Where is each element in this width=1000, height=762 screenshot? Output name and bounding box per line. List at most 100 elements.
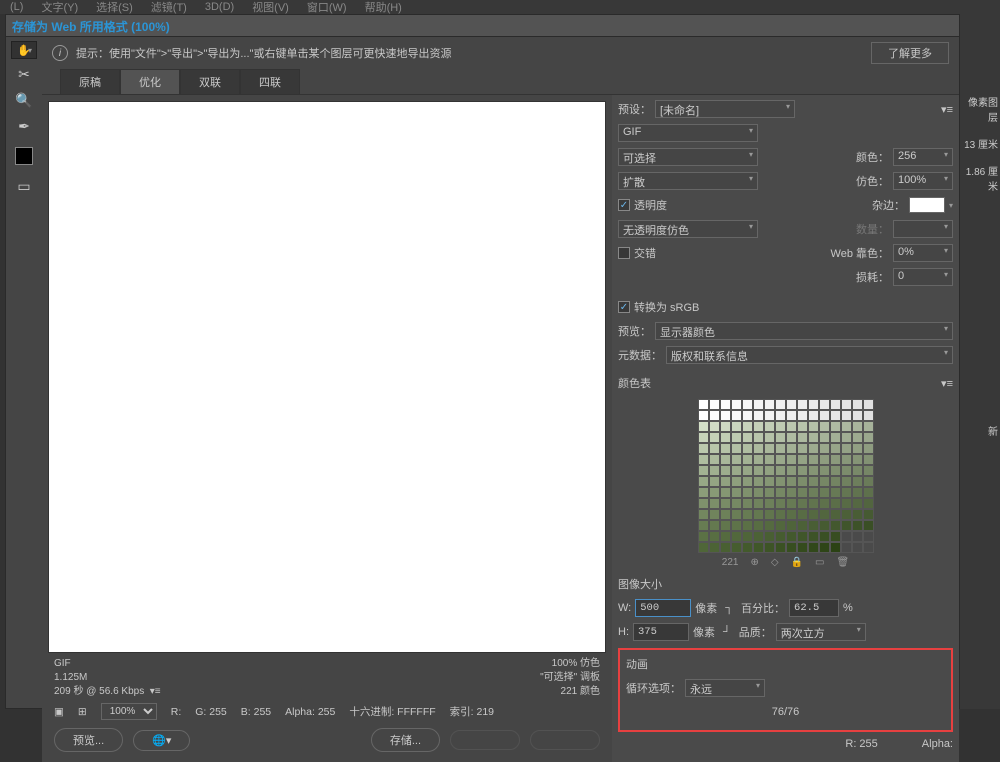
menu-item[interactable]: 帮助(H): [365, 0, 402, 15]
websnap-select[interactable]: 0%: [893, 244, 953, 262]
preview-canvas[interactable]: [48, 101, 606, 653]
status-alpha: Alpha: 255: [285, 706, 335, 718]
width-label: W:: [618, 602, 631, 614]
quality-label: 品质：: [739, 624, 772, 640]
toggle-icon[interactable]: ⊞: [78, 706, 87, 718]
dialog-title: 存储为 Web 所用格式 (100%): [6, 15, 959, 37]
cancel-button[interactable]: [450, 730, 520, 750]
palette-icon[interactable]: 🔒: [791, 557, 803, 568]
done-button[interactable]: [530, 730, 600, 750]
metadata-label: 元数据：: [618, 347, 662, 363]
dither-method-select[interactable]: 扩散: [618, 172, 758, 190]
trans-dither-select[interactable]: 无透明度仿色: [618, 220, 758, 238]
interlace-label: 交错: [634, 245, 656, 261]
preview-filesize: 1.125M: [54, 671, 540, 685]
palette-icon[interactable]: ▭: [815, 557, 824, 568]
reduction-select[interactable]: 可选择: [618, 148, 758, 166]
palette-icon[interactable]: ⊕: [750, 557, 758, 568]
preview-area: GIF 1.125M 209 秒 @ 56.6 Kbps ▾≡ 100% 仿色 …: [42, 95, 612, 762]
anim-alpha: Alpha:: [922, 738, 953, 750]
tab-original[interactable]: 原稿: [60, 69, 120, 94]
menu-icon[interactable]: ▾≡: [941, 377, 953, 390]
preview-dither-info: 100% 仿色: [540, 657, 600, 671]
menu-item[interactable]: 窗口(W): [307, 0, 347, 15]
menu-item[interactable]: (L): [10, 1, 23, 13]
image-size-label: 图像大小: [618, 576, 662, 592]
loop-label: 循环选项：: [626, 680, 681, 696]
animation-section: 动画 循环选项： 永远 76/76: [618, 648, 953, 732]
lossy-select[interactable]: 0: [893, 268, 953, 286]
transparency-label: 透明度: [634, 197, 667, 213]
app-menu: (L) 文字(Y) 选择(S) 滤镜(T) 3D(D) 视图(V) 窗口(W) …: [0, 0, 1000, 14]
colors-label: 颜色：: [856, 149, 889, 165]
width-input[interactable]: [635, 599, 691, 617]
info-icon: i: [52, 45, 68, 61]
preview-format: GIF: [54, 657, 540, 671]
preview-button[interactable]: 预览...: [54, 728, 123, 752]
frame-counter: 76/76: [772, 706, 800, 718]
color-table-label: 颜色表: [618, 375, 651, 391]
toggle-icon[interactable]: ▣: [54, 706, 64, 718]
preset-label: 预设：: [618, 101, 651, 117]
hand-tool-icon[interactable]: ✋: [11, 41, 37, 59]
loop-select[interactable]: 永远: [685, 679, 765, 697]
menu-icon[interactable]: ▾≡: [941, 103, 953, 116]
preview-colors-info: 221 颜色: [540, 685, 600, 699]
color-swatch[interactable]: [15, 147, 33, 165]
slice-tool-icon[interactable]: ✂: [11, 63, 37, 85]
menu-item[interactable]: 滤镜(T): [151, 0, 187, 15]
color-table[interactable]: [698, 399, 874, 553]
preset-select[interactable]: [未命名]: [655, 100, 795, 118]
status-index: 索引: 219: [450, 704, 494, 719]
eyedropper-tool-icon[interactable]: ✒: [11, 115, 37, 137]
dither-label: 仿色：: [856, 173, 889, 189]
save-button[interactable]: 存储...: [371, 728, 440, 752]
px-label: 像素: [695, 600, 717, 616]
height-input[interactable]: [633, 623, 689, 641]
tab-4up[interactable]: 四联: [240, 69, 300, 94]
hint-text: 提示：使用"文件">"导出">"导出为..."或右键单击某个图层可更快速地导出资…: [76, 45, 451, 61]
metadata-select[interactable]: 版权和联系信息: [666, 346, 953, 364]
transparency-checkbox[interactable]: [618, 199, 630, 211]
options-panel: 预设： [未命名] ▾≡ GIF 可选择 颜色： 256 扩散 仿色：: [612, 95, 959, 762]
status-r: R:: [171, 706, 182, 718]
percent-input[interactable]: [789, 599, 839, 617]
tool-column: ✋ ✂ 🔍 ✒ ▭: [6, 37, 42, 708]
learn-more-button[interactable]: 了解更多: [871, 42, 949, 64]
status-b: B: 255: [241, 706, 271, 718]
zoom-select[interactable]: 100%: [101, 703, 157, 720]
format-select[interactable]: GIF: [618, 124, 758, 142]
menu-item[interactable]: 3D(D): [205, 1, 234, 13]
background-panel: 像素图层 13 厘米 1.86 厘米 新: [960, 14, 1000, 709]
dither-select[interactable]: 100%: [893, 172, 953, 190]
palette-icon[interactable]: ◇: [771, 557, 779, 568]
browser-preview-button[interactable]: 🌐▾: [133, 730, 190, 751]
animation-label: 动画: [626, 656, 648, 672]
quality-select[interactable]: 两次立方: [776, 623, 866, 641]
tab-optimized[interactable]: 优化: [120, 69, 180, 94]
preview-time: 209 秒 @ 56.6 Kbps: [54, 686, 144, 697]
status-bar: ▣ ⊞ 100% R: G: 255 B: 255 Alpha: 255 十六进…: [46, 701, 608, 722]
tab-2up[interactable]: 双联: [180, 69, 240, 94]
colors-select[interactable]: 256: [893, 148, 953, 166]
matte-label: 杂边：: [872, 197, 905, 213]
matte-swatch[interactable]: [909, 197, 945, 213]
interlace-checkbox[interactable]: [618, 247, 630, 259]
srgb-checkbox[interactable]: [618, 301, 630, 313]
websnap-label: Web 靠色：: [831, 245, 889, 261]
height-label: H:: [618, 626, 629, 638]
preview-profile-select[interactable]: 显示器颜色: [655, 322, 953, 340]
menu-item[interactable]: 文字(Y): [41, 0, 78, 15]
percent-label: 百分比：: [741, 600, 785, 616]
anim-r: R: 255: [845, 738, 877, 750]
status-hex: 十六进制: FFFFFF: [349, 704, 435, 719]
slice-visibility-icon[interactable]: ▭: [11, 175, 37, 197]
zoom-tool-icon[interactable]: 🔍: [11, 89, 37, 111]
status-g: G: 255: [195, 706, 227, 718]
color-count: 221: [722, 557, 739, 568]
menu-item[interactable]: 选择(S): [96, 0, 133, 15]
trash-icon[interactable]: 🗑: [836, 557, 849, 568]
dialog-footer: 预览... 🌐▾ 存储...: [46, 722, 608, 758]
menu-item[interactable]: 视图(V): [252, 0, 289, 15]
preview-tabs: 原稿 优化 双联 四联: [42, 69, 959, 95]
